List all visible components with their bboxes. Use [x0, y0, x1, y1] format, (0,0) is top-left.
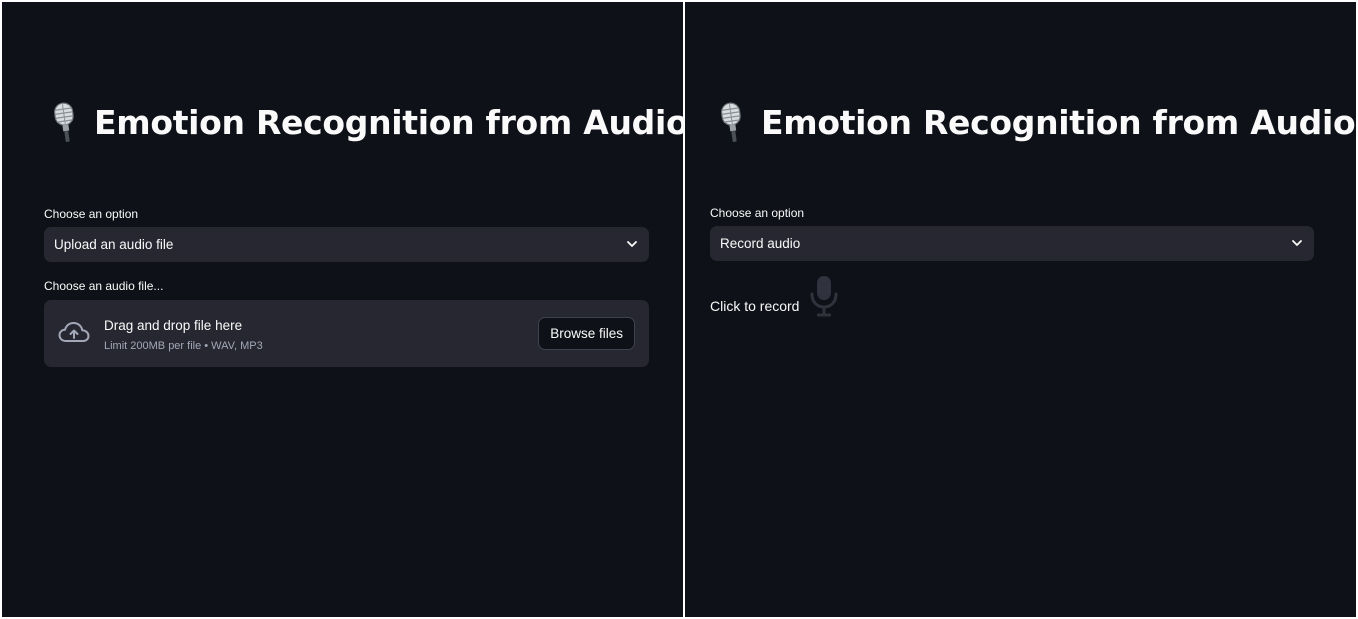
option-select-value: Upload an audio file	[54, 237, 174, 252]
option-select-label: Choose an option	[710, 206, 805, 220]
dropzone-instruction: Drag and drop file here	[104, 318, 243, 333]
page-title: Emotion Recognition from Audio	[46, 100, 689, 144]
chevron-down-icon	[1292, 240, 1302, 246]
upload-mode-panel: Emotion Recognition from Audio Choose an…	[2, 2, 689, 617]
studio-microphone-icon	[54, 102, 74, 142]
browse-files-button[interactable]: Browse files	[538, 317, 635, 350]
option-select-value: Record audio	[720, 236, 801, 251]
studio-microphone-icon	[721, 102, 741, 142]
record-mode-panel: Emotion Recognition from Audio Choose an…	[685, 2, 1356, 617]
page-title: Emotion Recognition from Audio	[713, 100, 1356, 144]
file-uploader-label: Choose an audio file...	[44, 279, 164, 293]
record-prompt: Click to record	[710, 298, 800, 314]
cloud-upload-icon	[58, 322, 90, 342]
page-title-text: Emotion Recognition from Audio	[761, 102, 1356, 142]
chevron-down-icon	[627, 241, 637, 247]
page-title-text: Emotion Recognition from Audio	[94, 102, 689, 142]
dropzone-limit-text: Limit 200MB per file • WAV, MP3	[104, 340, 263, 352]
file-dropzone[interactable]: Drag and drop file here Limit 200MB per …	[44, 300, 649, 367]
option-select-label: Choose an option	[44, 207, 139, 221]
microphone-icon[interactable]	[809, 274, 839, 318]
screenshot-frame: Emotion Recognition from Audio Choose an…	[0, 0, 1358, 619]
option-select[interactable]: Upload an audio file	[44, 227, 649, 262]
option-select[interactable]: Record audio	[710, 226, 1314, 261]
